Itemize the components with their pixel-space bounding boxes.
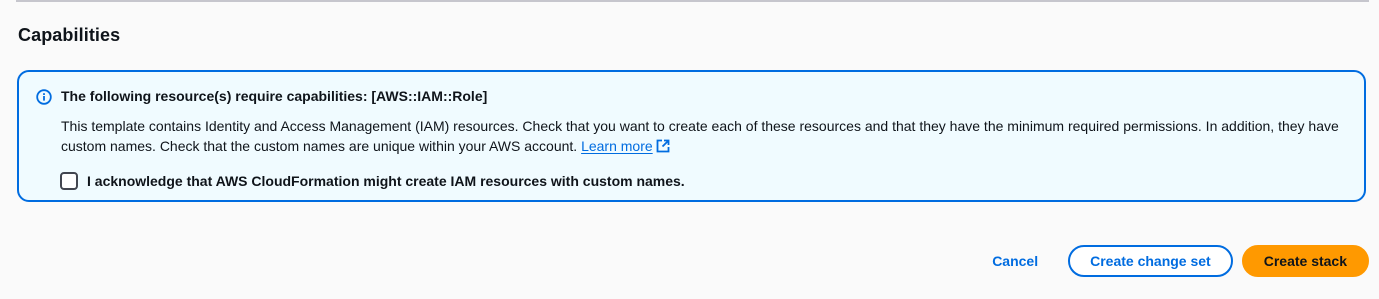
section-title: Capabilities xyxy=(18,25,121,45)
capabilities-info-alert: The following resource(s) require capabi… xyxy=(17,70,1366,202)
cancel-button[interactable]: Cancel xyxy=(992,253,1068,269)
alert-body: This template contains Identity and Acce… xyxy=(61,116,1341,156)
alert-body-text: This template contains Identity and Acce… xyxy=(61,118,1339,154)
info-icon xyxy=(36,89,52,105)
learn-more-label: Learn more xyxy=(581,138,653,154)
acknowledge-label[interactable]: I acknowledge that AWS CloudFormation mi… xyxy=(87,173,685,189)
learn-more-link[interactable]: Learn more xyxy=(581,138,653,154)
footer-actions: Cancel Create change set Create stack xyxy=(992,245,1369,277)
stack-review-page: Capabilities The following resource(s) r… xyxy=(0,0,1379,299)
previous-section-divider xyxy=(16,0,1369,2)
acknowledge-row[interactable]: I acknowledge that AWS CloudFormation mi… xyxy=(60,172,685,190)
external-link-icon[interactable] xyxy=(656,138,670,153)
create-stack-button[interactable]: Create stack xyxy=(1241,245,1369,277)
create-change-set-button[interactable]: Create change set xyxy=(1068,245,1233,277)
acknowledge-checkbox[interactable] xyxy=(60,172,78,190)
alert-header: The following resource(s) require capabi… xyxy=(61,88,488,104)
